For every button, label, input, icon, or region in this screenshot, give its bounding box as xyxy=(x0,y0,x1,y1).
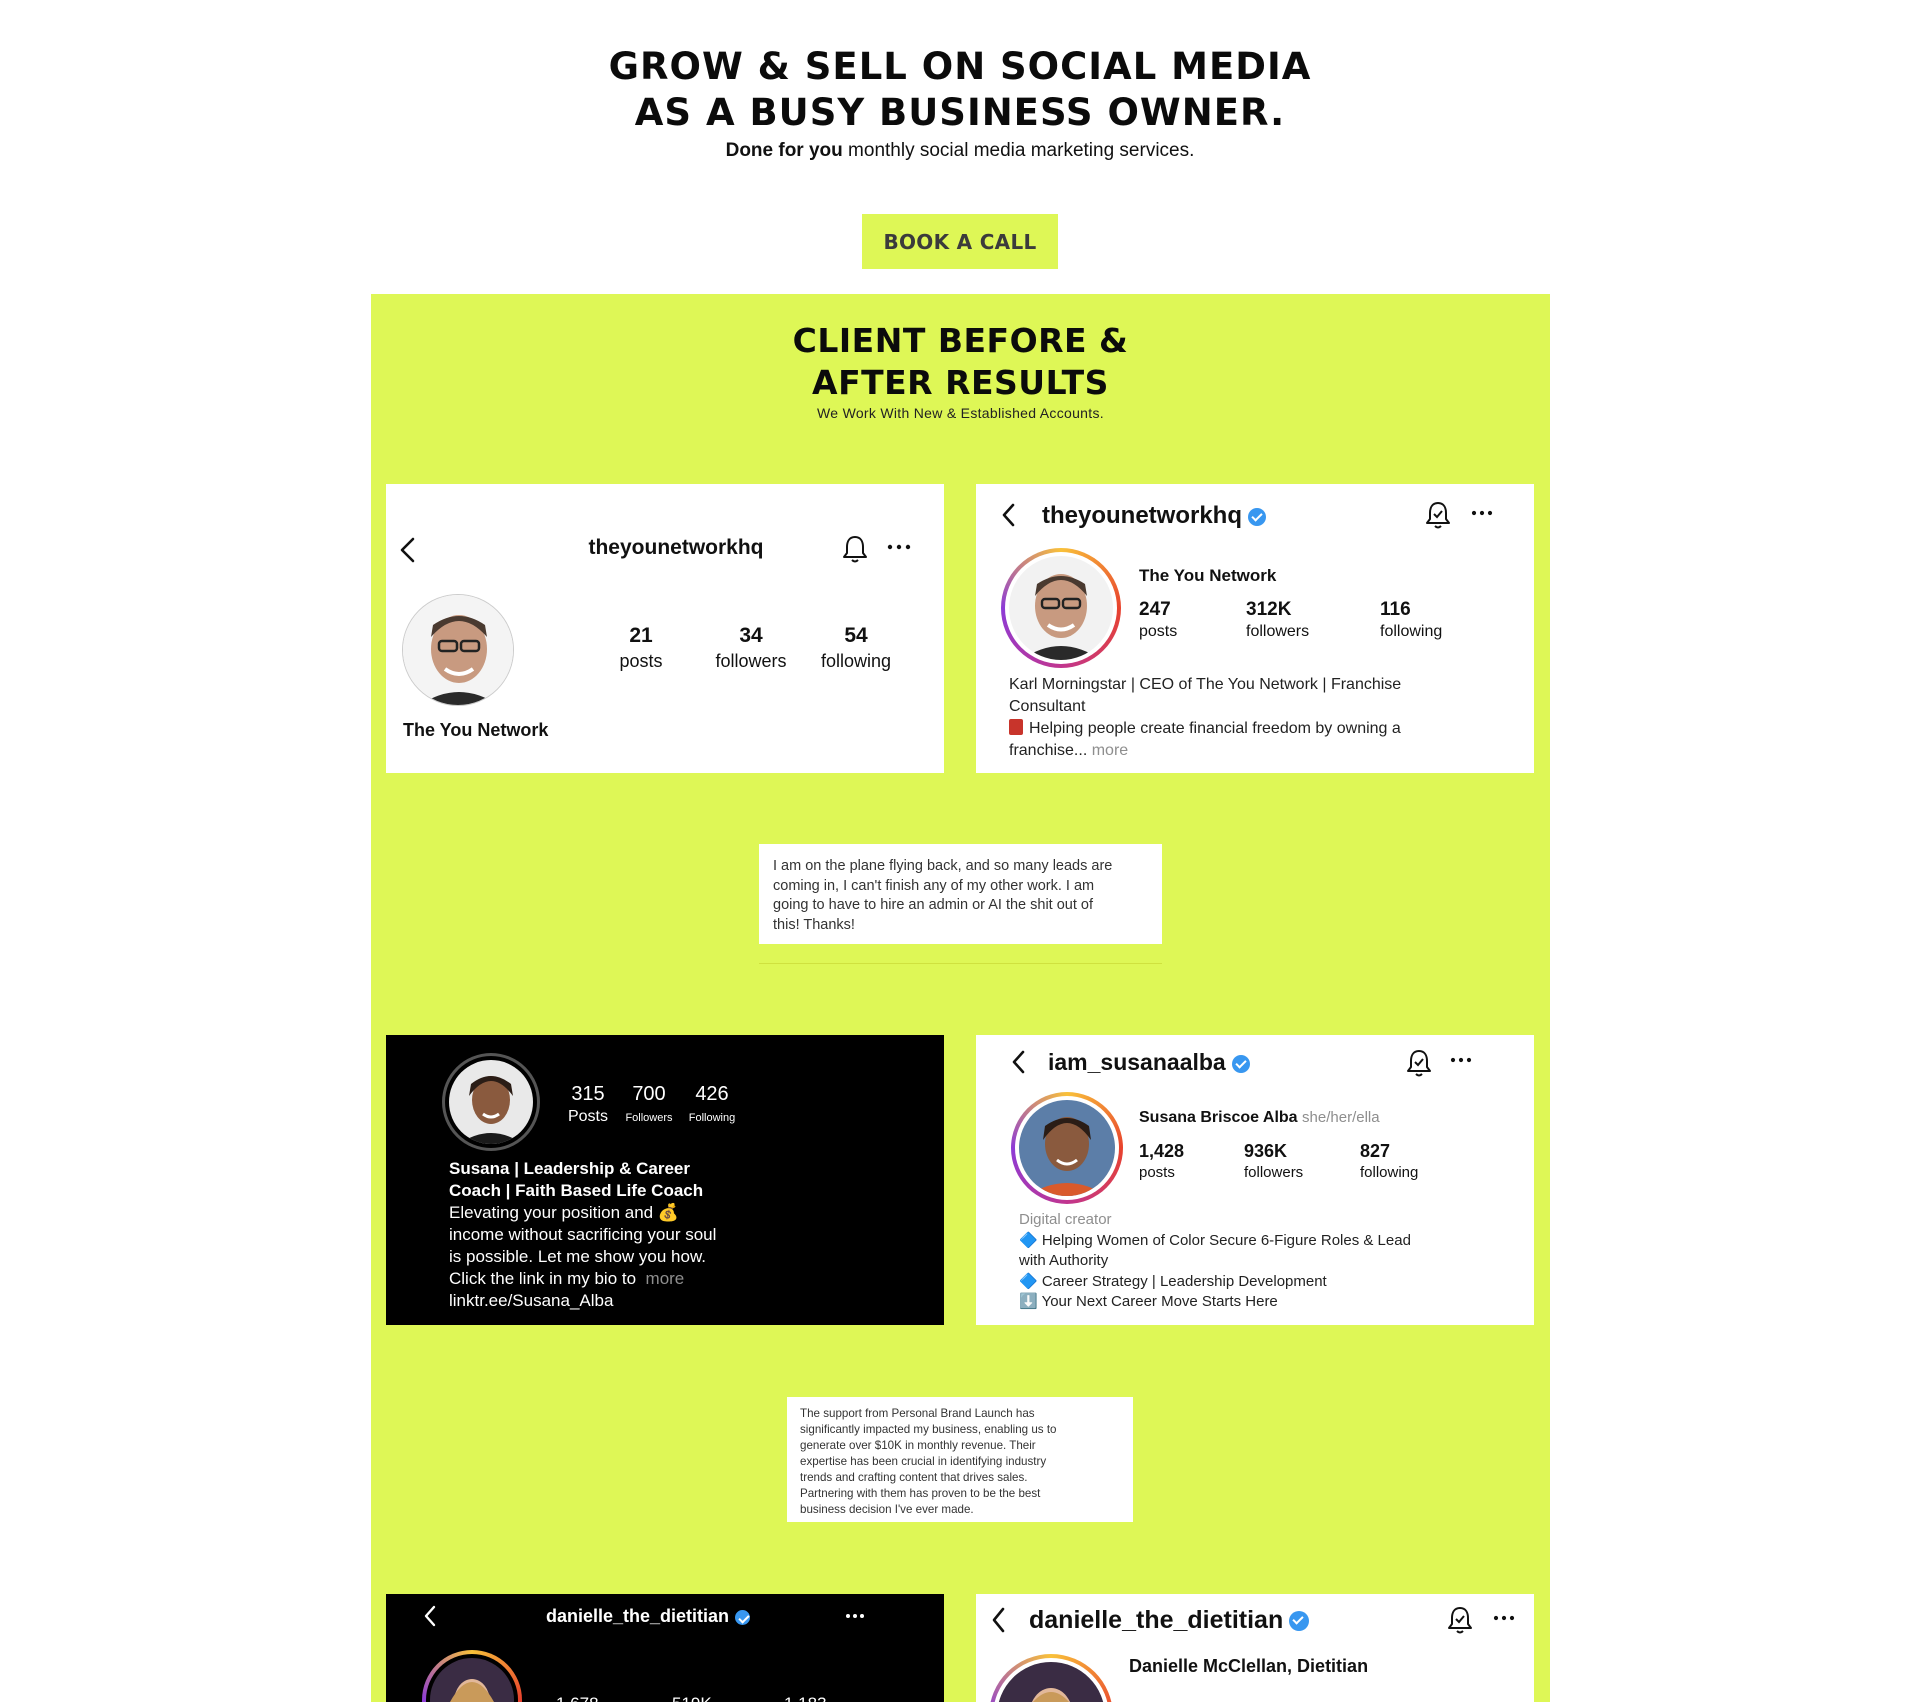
divider xyxy=(759,963,1162,964)
client3-before-card: danielle_the_dietitian 1,678 519K 1,183 xyxy=(386,1594,944,1702)
results-title-line1: CLIENT BEFORE & xyxy=(792,321,1129,360)
username: iam_susanaalba xyxy=(1048,1049,1250,1076)
more-link[interactable]: more xyxy=(646,1269,685,1288)
display-name: The You Network xyxy=(1139,566,1277,585)
more-options-icon[interactable] xyxy=(1493,1615,1515,1621)
hero-subtitle-bold: Done for you xyxy=(725,140,843,161)
hero-title: GROW & SELL ON SOCIAL MEDIA AS A BUSY BU… xyxy=(0,44,1920,136)
more-options-icon[interactable] xyxy=(845,1613,865,1619)
stat-following: 1,183 xyxy=(784,1694,827,1702)
username: theyounetworkhq xyxy=(588,536,764,559)
back-arrow-icon[interactable] xyxy=(1010,1049,1028,1075)
bell-check-icon[interactable] xyxy=(1424,500,1452,530)
verified-badge-icon xyxy=(1289,1611,1310,1632)
stat-followers: 936K followers xyxy=(1244,1141,1304,1181)
bell-check-icon[interactable] xyxy=(1405,1048,1433,1078)
client2-after-card: iam_susanaalba Susana Briscoe Alba she/h… xyxy=(976,1035,1534,1325)
stat-following: 426 Following xyxy=(688,1083,736,1124)
stat-posts: 1,428 posts xyxy=(1139,1141,1185,1181)
avatar xyxy=(1019,1100,1115,1196)
stat-posts: 247 posts xyxy=(1139,599,1178,640)
stat-posts: 1,678 xyxy=(556,1694,599,1702)
category: Digital creator xyxy=(1019,1211,1112,1228)
verified-badge-icon xyxy=(1231,1054,1250,1073)
results-title-line2: AFTER RESULTS xyxy=(812,363,1109,402)
results-subtitle: We Work With New & Established Accounts. xyxy=(817,405,1104,421)
hero-subtitle: Done for you monthly social media market… xyxy=(0,140,1920,162)
client1-after-card: theyounetworkhq The You Network 247 post… xyxy=(976,484,1534,773)
client3-after-card: danielle_the_dietitian Danielle McClella… xyxy=(976,1594,1534,1702)
display-name: Susana Briscoe Alba she/her/ella xyxy=(1139,1109,1380,1126)
username: theyounetworkhq xyxy=(1042,502,1267,530)
stat-following: 116 following xyxy=(1380,599,1443,640)
pronouns: she/her/ella xyxy=(1302,1109,1380,1126)
display-name: Danielle McClellan, Dietitian xyxy=(1129,1656,1369,1676)
stat-followers: 312K followers xyxy=(1246,599,1310,640)
stat-following: 827 following xyxy=(1360,1141,1419,1181)
bell-check-icon[interactable] xyxy=(1446,1605,1474,1635)
more-options-icon[interactable] xyxy=(1471,510,1493,516)
stat-posts: 315 Posts xyxy=(567,1083,608,1125)
stat-posts: 21 posts xyxy=(619,624,663,671)
avatar xyxy=(402,594,514,706)
hero-title-line2: AS A BUSY BUSINESS OWNER. xyxy=(634,91,1286,134)
bio: Susana | Leadership & Career Coach | Fai… xyxy=(449,1159,717,1310)
back-arrow-icon[interactable] xyxy=(1000,502,1018,528)
book-a-call-button[interactable]: BOOK A CALL xyxy=(862,214,1058,269)
hero-subtitle-rest: monthly social media marketing services. xyxy=(842,140,1195,161)
testimonial-card: I am on the plane flying back, and so ma… xyxy=(759,844,1162,944)
back-arrow-icon[interactable] xyxy=(990,1606,1008,1634)
client1-before-card: theyounetworkhq 21 posts 34 followers 54… xyxy=(386,484,944,773)
bell-icon[interactable] xyxy=(841,534,869,564)
username: danielle_the_dietitian xyxy=(546,1606,751,1627)
fuel-pump-icon xyxy=(1009,719,1023,735)
bio: Karl Morningstar | CEO of The You Networ… xyxy=(1009,676,1402,759)
hero-title-line1: GROW & SELL ON SOCIAL MEDIA xyxy=(608,45,1312,88)
bio: Digital creator 🔷 Helping Women of Color… xyxy=(1019,1211,1411,1310)
stat-followers: 700 Followers xyxy=(625,1083,673,1124)
username: danielle_the_dietitian xyxy=(1029,1606,1310,1635)
avatar xyxy=(449,1060,533,1144)
more-link[interactable]: more xyxy=(1092,742,1128,759)
back-arrow-icon[interactable] xyxy=(422,1604,438,1628)
stat-followers: 519K xyxy=(672,1694,712,1702)
avatar xyxy=(1009,556,1113,660)
more-options-icon[interactable] xyxy=(1450,1057,1472,1063)
display-name: The You Network xyxy=(403,720,549,740)
stat-following: 54 following xyxy=(820,624,892,671)
testimonial-card: The support from Personal Brand Launch h… xyxy=(787,1397,1133,1522)
client2-before-card: 315 Posts 700 Followers 426 Following Su… xyxy=(386,1035,944,1325)
more-options-icon[interactable] xyxy=(887,544,911,550)
back-arrow-icon[interactable] xyxy=(398,536,418,564)
results-panel: CLIENT BEFORE & AFTER RESULTS We Work Wi… xyxy=(371,294,1550,1702)
bio-link[interactable]: linktr.ee/Susana_Alba xyxy=(449,1291,613,1310)
verified-badge-icon xyxy=(735,1609,751,1625)
stat-followers: 34 followers xyxy=(715,624,787,671)
verified-badge-icon xyxy=(1248,507,1267,526)
results-title: CLIENT BEFORE & AFTER RESULTS xyxy=(371,320,1550,404)
